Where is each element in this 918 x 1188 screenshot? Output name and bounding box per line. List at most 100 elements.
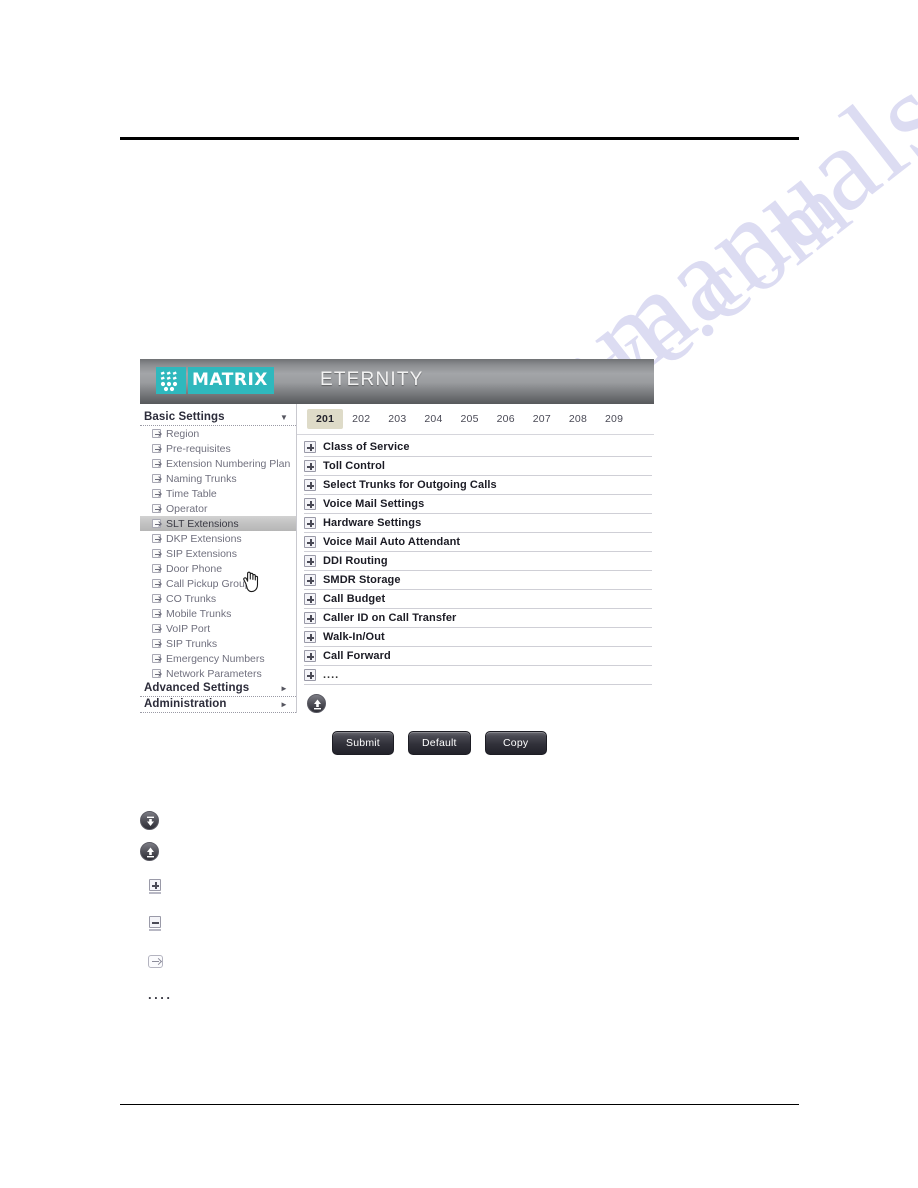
sidebar-item-door-phone[interactable]: Door Phone bbox=[140, 561, 296, 576]
sidebar-group-label: Basic Settings bbox=[144, 411, 225, 423]
expand-plus-icon[interactable] bbox=[304, 498, 316, 510]
sidebar-item-mobile-trunks[interactable]: Mobile Trunks bbox=[140, 606, 296, 621]
plus-arrow-box-icon bbox=[152, 549, 161, 558]
sidebar-item-label: CO Trunks bbox=[166, 592, 217, 605]
expand-plus-icon[interactable] bbox=[304, 441, 316, 453]
tab-206[interactable]: 206 bbox=[488, 409, 524, 429]
expand-plus-icon[interactable] bbox=[304, 574, 316, 586]
sidebar-item-label: SIP Extensions bbox=[166, 547, 238, 560]
sidebar-item-region[interactable]: Region bbox=[140, 426, 296, 441]
sidebar-item-extension-numbering-plan[interactable]: Extension Numbering Plan bbox=[140, 456, 296, 471]
sidebar-item-network-parameters[interactable]: Network Parameters bbox=[140, 666, 296, 681]
plus-arrow-box-icon bbox=[152, 579, 161, 588]
expand-plus-icon[interactable] bbox=[304, 517, 316, 529]
sidebar-item-call-pickup-group[interactable]: Call Pickup Group bbox=[140, 576, 296, 591]
tab-202[interactable]: 202 bbox=[343, 409, 379, 429]
tab-205[interactable]: 205 bbox=[452, 409, 488, 429]
accordion-more[interactable]: .... bbox=[304, 666, 652, 685]
expand-plus-icon[interactable] bbox=[304, 479, 316, 491]
accordion-caller-id-on-call-transfer[interactable]: Caller ID on Call Transfer bbox=[304, 609, 652, 628]
sidebar-item-voip-port[interactable]: VoIP Port bbox=[140, 621, 296, 636]
accordion-label: Toll Control bbox=[323, 460, 386, 472]
down-arrow-glyph bbox=[147, 816, 154, 826]
expand-all-down-circle-icon[interactable] bbox=[140, 811, 159, 830]
expand-plus-icon[interactable] bbox=[304, 593, 316, 605]
plus-arrow-box-icon bbox=[152, 474, 161, 483]
legend-item bbox=[140, 805, 174, 836]
accordion-walk-in-out[interactable]: Walk-In/Out bbox=[304, 628, 652, 647]
sidebar-group-label: Administration bbox=[144, 698, 227, 710]
accordion-label: Hardware Settings bbox=[323, 517, 422, 529]
tab-209[interactable]: 209 bbox=[596, 409, 632, 429]
sidebar-item-slt-extensions[interactable]: SLT Extensions bbox=[140, 516, 296, 531]
sidebar-item-dkp-extensions[interactable]: DKP Extensions bbox=[140, 531, 296, 546]
accordion-smdr-storage[interactable]: SMDR Storage bbox=[304, 571, 652, 590]
expand-plus-box-icon[interactable] bbox=[149, 879, 161, 894]
sidebar-item-label: Network Parameters bbox=[166, 667, 262, 680]
product-title: ETERNITY bbox=[320, 369, 424, 390]
accordion-class-of-service[interactable]: Class of Service bbox=[304, 438, 652, 457]
sidebar-item-emergency-numbers[interactable]: Emergency Numbers bbox=[140, 651, 296, 666]
sidebar-group-administration[interactable]: Administration ► bbox=[140, 697, 296, 713]
sidebar-item-label: Time Table bbox=[166, 487, 217, 500]
sidebar-group-advanced-settings[interactable]: Advanced Settings ► bbox=[140, 681, 296, 697]
accordion-call-budget[interactable]: Call Budget bbox=[304, 590, 652, 609]
plus-arrow-box-icon bbox=[152, 654, 161, 663]
sidebar-item-pre-requisites[interactable]: Pre-requisites bbox=[140, 441, 296, 456]
expand-plus-icon[interactable] bbox=[304, 536, 316, 548]
expand-plus-icon[interactable] bbox=[304, 631, 316, 643]
accordion-label: Voice Mail Settings bbox=[323, 498, 425, 510]
plus-arrow-box-icon bbox=[152, 429, 161, 438]
page-footer-rule bbox=[120, 1104, 799, 1106]
up-arrow-glyph bbox=[147, 847, 154, 858]
collapse-up-circle-icon[interactable] bbox=[307, 694, 326, 713]
tab-207[interactable]: 207 bbox=[524, 409, 560, 429]
accordion-call-forward[interactable]: Call Forward bbox=[304, 647, 652, 666]
chevron-down-icon: ▼ bbox=[279, 412, 288, 422]
tab-201[interactable]: 201 bbox=[307, 409, 344, 429]
expand-plus-icon[interactable] bbox=[304, 669, 316, 681]
tab-208[interactable]: 208 bbox=[560, 409, 596, 429]
accordion-select-trunks-for-outgoing-calls[interactable]: Select Trunks for Outgoing Calls bbox=[304, 476, 652, 495]
accordion-hardware-settings[interactable]: Hardware Settings bbox=[304, 514, 652, 533]
sidebar-item-label: Mobile Trunks bbox=[166, 607, 232, 620]
expand-plus-icon[interactable] bbox=[304, 650, 316, 662]
expand-plus-icon[interactable] bbox=[304, 555, 316, 567]
sidebar-item-co-trunks[interactable]: CO Trunks bbox=[140, 591, 296, 606]
expand-plus-icon[interactable] bbox=[304, 612, 316, 624]
tab-204[interactable]: 204 bbox=[415, 409, 451, 429]
plus-arrow-box-icon bbox=[152, 504, 161, 513]
expand-plus-icon[interactable] bbox=[304, 460, 316, 472]
extension-tabstrip[interactable]: 201 202 203 204 205 206 207 208 209 bbox=[297, 404, 654, 435]
sidebar-group-basic-settings[interactable]: Basic Settings ▼ bbox=[140, 410, 296, 426]
accordion-label: DDI Routing bbox=[323, 555, 388, 567]
submit-button[interactable]: Submit bbox=[332, 731, 394, 755]
sidebar-navigation: Basic Settings ▼ Region Pre-requisites E… bbox=[140, 404, 297, 713]
eternity-web-application: MATRIX ETERNITY Basic Settings ▼ Region bbox=[140, 359, 654, 769]
accordion-voice-mail-auto-attendant[interactable]: Voice Mail Auto Attendant bbox=[304, 533, 652, 552]
accordion-label: Call Budget bbox=[323, 593, 386, 605]
sidebar-item-label: DKP Extensions bbox=[166, 532, 242, 545]
sidebar-item-sip-extensions[interactable]: SIP Extensions bbox=[140, 546, 296, 561]
accordion-voice-mail-settings[interactable]: Voice Mail Settings bbox=[304, 495, 652, 514]
default-button[interactable]: Default bbox=[408, 731, 471, 755]
tab-203[interactable]: 203 bbox=[379, 409, 415, 429]
accordion-toll-control[interactable]: Toll Control bbox=[304, 457, 652, 476]
collapse-all-up-circle-icon[interactable] bbox=[140, 842, 159, 861]
sidebar-item-time-table[interactable]: Time Table bbox=[140, 486, 296, 501]
plus-arrow-box-icon bbox=[152, 444, 161, 453]
collapse-minus-box-icon[interactable] bbox=[149, 916, 161, 931]
accordion-label: SMDR Storage bbox=[323, 574, 401, 586]
navigate-arrow-box-icon[interactable] bbox=[148, 954, 163, 968]
accordion-ddi-routing[interactable]: DDI Routing bbox=[304, 552, 652, 571]
sidebar-item-label: Operator bbox=[166, 502, 208, 515]
copy-button[interactable]: Copy bbox=[484, 731, 547, 755]
sidebar-item-label: Door Phone bbox=[166, 562, 223, 575]
app-body: Basic Settings ▼ Region Pre-requisites E… bbox=[140, 404, 654, 769]
sidebar-item-label: SLT Extensions bbox=[166, 517, 239, 530]
sidebar-item-sip-trunks[interactable]: SIP Trunks bbox=[140, 636, 296, 651]
dots-pattern-icon bbox=[160, 371, 178, 392]
sidebar-item-operator[interactable]: Operator bbox=[140, 501, 296, 516]
legend-item bbox=[140, 867, 174, 903]
sidebar-item-naming-trunks[interactable]: Naming Trunks bbox=[140, 471, 296, 486]
